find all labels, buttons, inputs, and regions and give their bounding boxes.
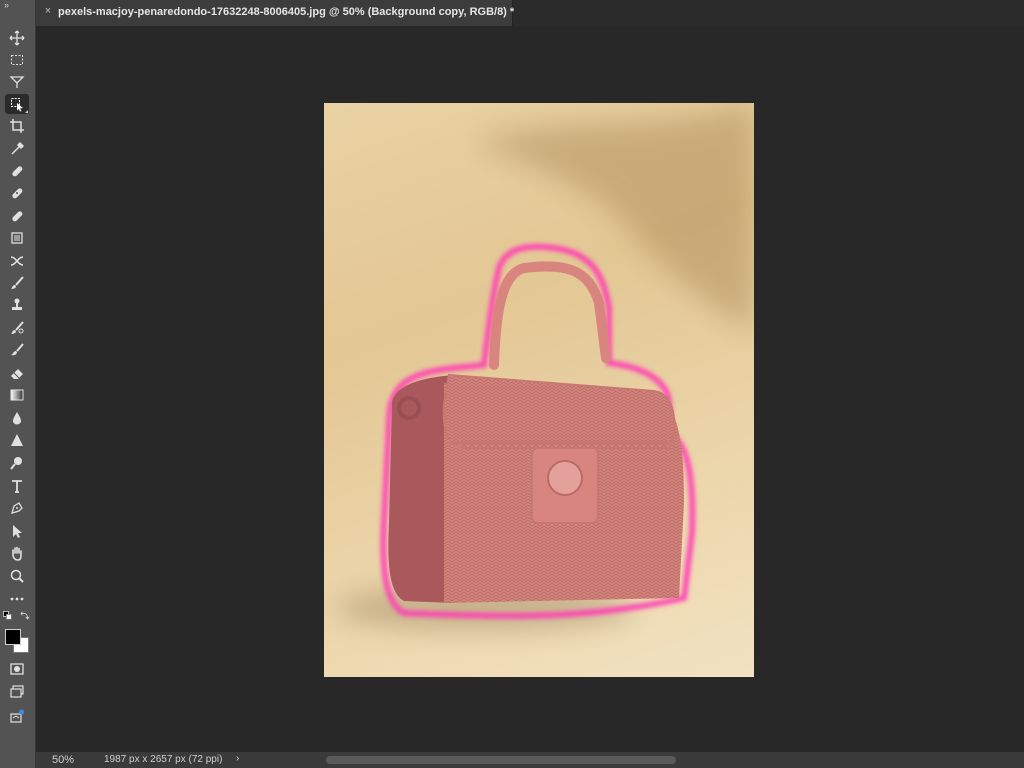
healing-brush-icon[interactable] — [5, 183, 29, 203]
art-history-brush-icon[interactable] — [5, 340, 29, 360]
blur-tool-icon[interactable] — [5, 408, 29, 428]
crop-tool-icon[interactable] — [5, 116, 29, 136]
gradient-tool-icon[interactable] — [5, 385, 29, 405]
document-tab[interactable]: × pexels-macjoy-penaredondo-17632248-800… — [36, 0, 515, 26]
more-tools-icon[interactable] — [5, 589, 29, 609]
foreground-color-swatch[interactable] — [5, 629, 21, 645]
eyedropper-tool-icon[interactable] — [5, 139, 29, 159]
pen-tool-icon[interactable] — [5, 498, 29, 518]
quick-mask-icon[interactable] — [5, 659, 29, 679]
lasso-tool-icon[interactable] — [5, 72, 29, 92]
document-tab-bar: × pexels-macjoy-penaredondo-17632248-800… — [36, 0, 1024, 26]
zoom-tool-icon[interactable] — [5, 566, 29, 586]
spot-healing-tool-icon[interactable] — [5, 161, 29, 181]
object-selection-tool-icon[interactable] — [5, 94, 29, 114]
history-brush-icon[interactable] — [5, 318, 29, 338]
toolbar-collapse-icon[interactable]: ›› — [4, 0, 9, 10]
document-canvas[interactable] — [324, 103, 754, 677]
marquee-tool-icon[interactable] — [5, 50, 29, 70]
default-colors-icon[interactable] — [2, 610, 14, 622]
status-bar: 50% 1987 px x 2657 px (72 ppi) › — [36, 752, 1024, 768]
clone-stamp-icon[interactable] — [5, 295, 29, 315]
tools-panel: ›› — [0, 0, 36, 768]
move-tool-icon[interactable] — [5, 28, 29, 48]
screen-mode-icon[interactable] — [5, 682, 29, 702]
canvas-area[interactable] — [36, 26, 1024, 752]
path-selection-icon[interactable] — [5, 521, 29, 541]
eraser-tool-icon[interactable] — [5, 363, 29, 383]
zoom-level[interactable]: 50% — [52, 754, 74, 766]
status-menu-chevron-icon[interactable]: › — [236, 753, 239, 764]
brush-tool-icon[interactable] — [5, 273, 29, 293]
horizontal-scrollbar[interactable] — [326, 756, 676, 764]
cloud-sync-icon[interactable] — [5, 706, 29, 726]
close-tab-icon[interactable]: × — [42, 5, 54, 17]
document-tab-title: pexels-macjoy-penaredondo-17632248-80064… — [58, 6, 515, 18]
product-photo-handbag — [334, 103, 754, 630]
path-crossing-icon[interactable] — [5, 251, 29, 271]
patch-tool-icon[interactable] — [5, 206, 29, 226]
document-info: 1987 px x 2657 px (72 ppi) — [104, 754, 223, 765]
type-tool-icon[interactable] — [5, 476, 29, 496]
sharpen-tool-icon[interactable] — [5, 430, 29, 450]
content-aware-move-icon[interactable] — [5, 228, 29, 248]
hand-tool-icon[interactable] — [5, 543, 29, 563]
swap-colors-icon[interactable] — [19, 610, 31, 622]
dodge-tool-icon[interactable] — [5, 453, 29, 473]
